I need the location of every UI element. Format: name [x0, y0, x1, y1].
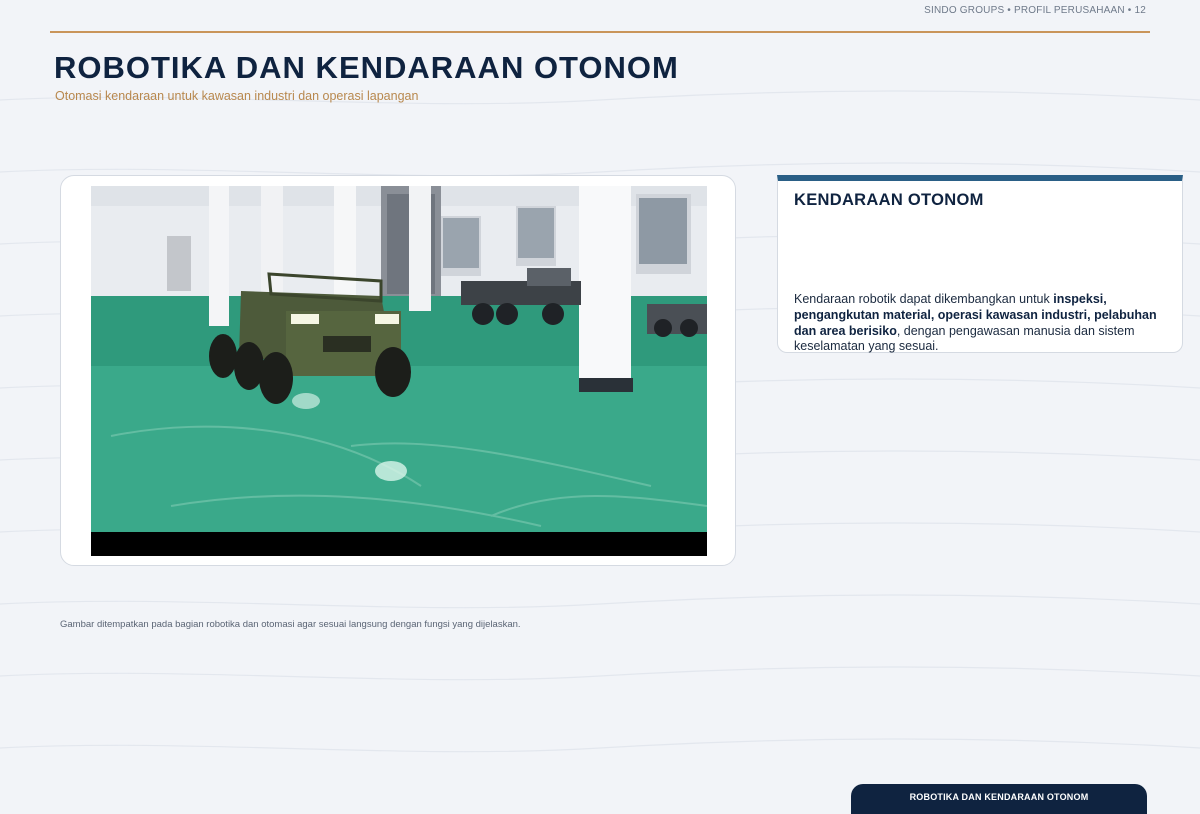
info-card-body-intro: Kendaraan robotik dapat dikembangkan unt… — [794, 292, 1054, 306]
page-title: ROBOTIKA DAN KENDARAAN OTONOM — [54, 50, 679, 85]
info-card-body: Kendaraan robotik dapat dikembangkan unt… — [794, 292, 1166, 355]
image-caption: Gambar ditempatkan pada bagian robotika … — [60, 619, 521, 630]
page-subtitle: Otomasi kendaraan untuk kawasan industri… — [55, 89, 419, 103]
header-meta: SINDO GROUPS • PROFIL PERUSAHAAN • 12 — [924, 5, 1146, 16]
photo-card — [60, 175, 736, 566]
autonomous-vehicle-photo — [91, 186, 707, 556]
info-card-title: KENDARAAN OTONOM — [794, 191, 984, 209]
footer-section-tab: ROBOTIKA DAN KENDARAAN OTONOM — [851, 784, 1147, 814]
header-divider — [50, 31, 1150, 33]
info-card-autonomous-vehicle: KENDARAAN OTONOM Kendaraan robotik dapat… — [777, 175, 1183, 353]
